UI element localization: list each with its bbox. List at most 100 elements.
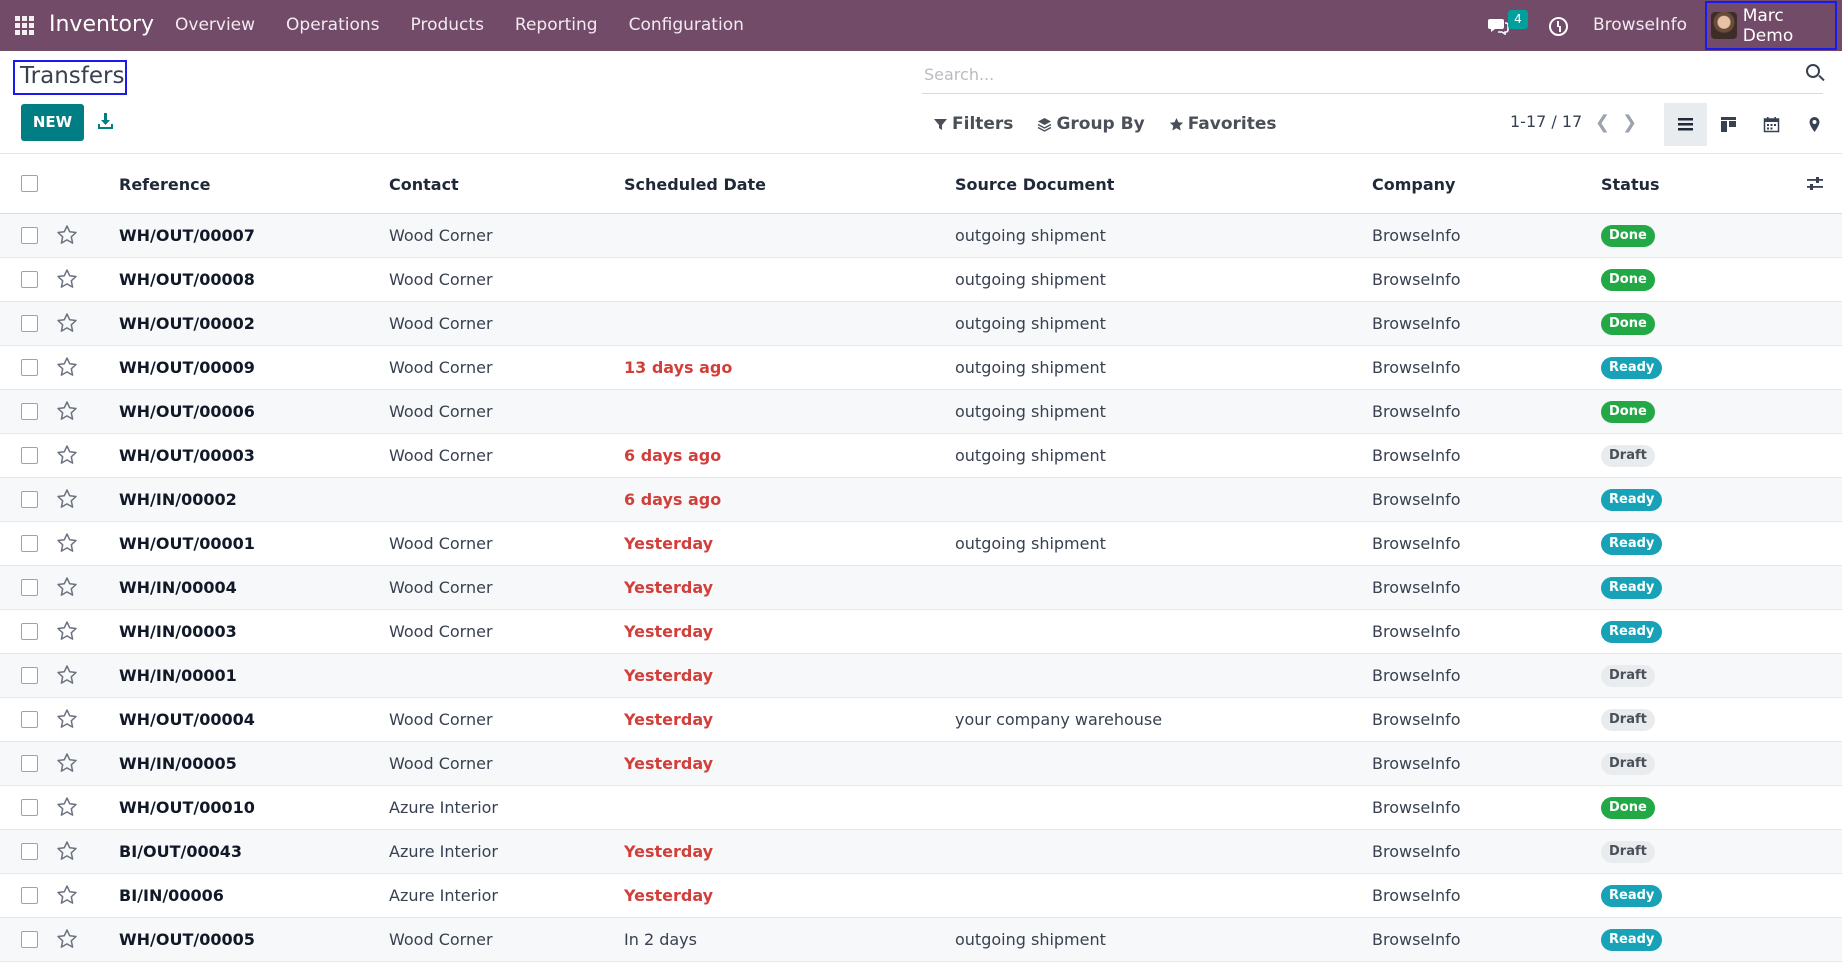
optional-columns-icon[interactable] — [1806, 176, 1824, 192]
priority-star-icon[interactable] — [56, 400, 78, 422]
apps-grid-icon[interactable] — [15, 16, 34, 35]
row-checkbox[interactable] — [21, 667, 38, 684]
row-checkbox[interactable] — [21, 535, 38, 552]
cell-contact: Wood Corner — [389, 270, 493, 289]
cell-scheduled-date: Yesterday — [624, 886, 714, 905]
priority-star-icon[interactable] — [56, 708, 78, 730]
header-scheduled-date[interactable]: Scheduled Date — [624, 175, 766, 194]
table-row[interactable]: WH/IN/00003 Wood Corner Yesterday BrowseInf… — [0, 610, 1842, 654]
cell-scheduled-date: In 2 days — [624, 930, 697, 949]
favorites-button[interactable]: Favorites — [1169, 114, 1277, 134]
kanban-view-button[interactable] — [1707, 103, 1750, 146]
calendar-view-button[interactable] — [1750, 103, 1793, 146]
table-row[interactable]: WH/OUT/00005 Wood Corner In 2 days outgoing… — [0, 918, 1842, 962]
map-pin-icon — [1809, 117, 1820, 132]
cell-contact: Wood Corner — [389, 578, 493, 597]
row-checkbox[interactable] — [21, 887, 38, 904]
search-icon[interactable] — [1806, 64, 1820, 78]
table-row[interactable]: WH/IN/00001 Yesterday BrowseInfo Draft — [0, 654, 1842, 698]
header-source-document[interactable]: Source Document — [955, 175, 1114, 194]
list-view-button[interactable] — [1664, 103, 1707, 146]
row-checkbox[interactable] — [21, 271, 38, 288]
priority-star-icon[interactable] — [56, 576, 78, 598]
cell-company: BrowseInfo — [1372, 358, 1461, 377]
table-row[interactable]: WH/OUT/00009 Wood Corner 13 days ago outgoi… — [0, 346, 1842, 390]
menu-operations[interactable]: Operations — [286, 15, 379, 35]
table-row[interactable]: WH/IN/00005 Wood Corner Yesterday BrowseInf… — [0, 742, 1842, 786]
select-all-checkbox[interactable] — [21, 175, 38, 192]
activity-clock-icon[interactable] — [1549, 17, 1568, 36]
table-row[interactable]: WH/OUT/00004 Wood Corner Yesterday your com… — [0, 698, 1842, 742]
priority-star-icon[interactable] — [56, 928, 78, 950]
page-title[interactable]: Transfers — [20, 63, 124, 89]
table-row[interactable]: BI/OUT/00043 Azure Interior Yesterday Brows… — [0, 830, 1842, 874]
priority-star-icon[interactable] — [56, 312, 78, 334]
table-row[interactable]: WH/OUT/00007 Wood Corner outgoing shipment… — [0, 214, 1842, 258]
header-contact[interactable]: Contact — [389, 175, 459, 194]
row-checkbox[interactable] — [21, 491, 38, 508]
pager-next-icon[interactable]: ❯ — [1622, 112, 1637, 133]
table-row[interactable]: WH/OUT/00002 Wood Corner outgoing shipment… — [0, 302, 1842, 346]
row-checkbox[interactable] — [21, 931, 38, 948]
user-menu[interactable]: Marc Demo — [1705, 1, 1837, 50]
row-checkbox[interactable] — [21, 799, 38, 816]
row-checkbox[interactable] — [21, 315, 38, 332]
new-button[interactable]: NEW — [21, 104, 84, 141]
row-checkbox[interactable] — [21, 447, 38, 464]
menu-configuration[interactable]: Configuration — [629, 15, 744, 35]
priority-star-icon[interactable] — [56, 752, 78, 774]
priority-star-icon[interactable] — [56, 224, 78, 246]
app-name[interactable]: Inventory — [49, 12, 154, 37]
priority-star-icon[interactable] — [56, 796, 78, 818]
cell-reference: WH/OUT/00004 — [119, 710, 255, 729]
menu-overview[interactable]: Overview — [175, 15, 255, 35]
table-row[interactable]: WH/IN/00004 Wood Corner Yesterday BrowseInf… — [0, 566, 1842, 610]
priority-star-icon[interactable] — [56, 444, 78, 466]
table-row[interactable]: WH/OUT/00003 Wood Corner 6 days ago outgoin… — [0, 434, 1842, 478]
priority-star-icon[interactable] — [56, 488, 78, 510]
priority-star-icon[interactable] — [56, 268, 78, 290]
row-checkbox[interactable] — [21, 755, 38, 772]
company-switcher[interactable]: BrowseInfo — [1593, 15, 1687, 35]
group-by-button[interactable]: Group By — [1037, 114, 1145, 134]
priority-star-icon[interactable] — [56, 664, 78, 686]
priority-star-icon[interactable] — [56, 532, 78, 554]
row-checkbox[interactable] — [21, 403, 38, 420]
row-checkbox[interactable] — [21, 843, 38, 860]
pager-value[interactable]: 1-17 / 17 — [1510, 112, 1582, 131]
menu-products[interactable]: Products — [411, 15, 484, 35]
cell-reference: WH/OUT/00006 — [119, 402, 255, 421]
row-checkbox[interactable] — [21, 579, 38, 596]
row-checkbox[interactable] — [21, 359, 38, 376]
filters-button[interactable]: Filters — [933, 114, 1013, 134]
row-checkbox[interactable] — [21, 623, 38, 640]
cell-contact: Wood Corner — [389, 358, 493, 377]
cell-reference: WH/IN/00004 — [119, 578, 237, 597]
priority-star-icon[interactable] — [56, 884, 78, 906]
row-checkbox[interactable] — [21, 227, 38, 244]
transfers-table: Reference Contact Scheduled Date Source … — [0, 154, 1842, 962]
table-row[interactable]: WH/IN/00002 6 days ago BrowseInfo Ready — [0, 478, 1842, 522]
download-icon[interactable] — [97, 112, 114, 130]
chat-icon[interactable] — [1487, 17, 1509, 35]
map-view-button[interactable] — [1793, 103, 1836, 146]
header-company[interactable]: Company — [1372, 175, 1455, 194]
table-row[interactable]: WH/OUT/00006 Wood Corner outgoing shipment… — [0, 390, 1842, 434]
table-row[interactable]: WH/OUT/00001 Wood Corner Yesterday outgoing… — [0, 522, 1842, 566]
header-status[interactable]: Status — [1601, 175, 1660, 194]
table-row[interactable]: WH/OUT/00008 Wood Corner outgoing shipment… — [0, 258, 1842, 302]
table-row[interactable]: WH/OUT/00010 Azure Interior BrowseInfo Done — [0, 786, 1842, 830]
star-icon — [1169, 117, 1183, 130]
cell-company: BrowseInfo — [1372, 754, 1461, 773]
priority-star-icon[interactable] — [56, 840, 78, 862]
cell-source-document: outgoing shipment — [955, 270, 1106, 289]
menu-reporting[interactable]: Reporting — [515, 15, 598, 35]
table-row[interactable]: BI/IN/00006 Azure Interior Yesterday Browse… — [0, 874, 1842, 918]
header-reference[interactable]: Reference — [119, 175, 210, 194]
priority-star-icon[interactable] — [56, 356, 78, 378]
search-input[interactable] — [924, 65, 1784, 84]
row-checkbox[interactable] — [21, 711, 38, 728]
cell-company: BrowseInfo — [1372, 534, 1461, 553]
pager-previous-icon[interactable]: ❮ — [1595, 112, 1610, 133]
priority-star-icon[interactable] — [56, 620, 78, 642]
